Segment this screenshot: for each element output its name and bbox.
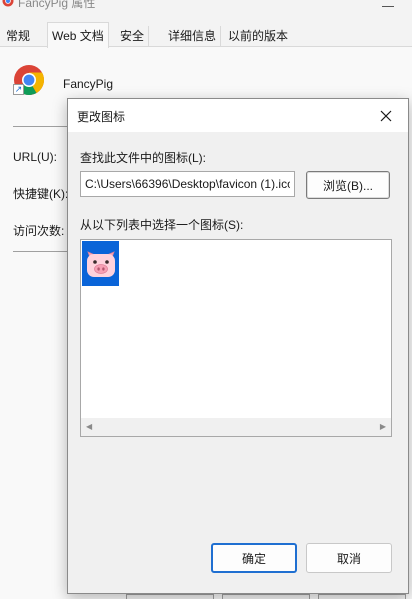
window-titlebar: FancyPig 属性: [0, 0, 412, 22]
icon-list-label: 从以下列表中选择一个图标(S):: [80, 218, 244, 232]
icon-file-path-input[interactable]: [80, 171, 295, 197]
browse-button[interactable]: 浏览(B)...: [306, 171, 390, 199]
tab-previous-versions[interactable]: 以前的版本: [224, 26, 292, 47]
divider: [13, 251, 69, 252]
background-button[interactable]: [222, 594, 310, 599]
scroll-left-icon[interactable]: ◀: [86, 423, 92, 431]
shortcut-arrow-icon: ↗: [13, 84, 24, 95]
tab-general[interactable]: 常规: [2, 26, 34, 47]
divider: [13, 126, 69, 127]
pig-face-icon: [87, 251, 115, 277]
close-button[interactable]: [364, 99, 408, 132]
hotkey-label: 快捷键(K):: [13, 187, 69, 201]
cancel-button[interactable]: 取消: [306, 543, 392, 573]
close-icon: [380, 110, 392, 121]
tab-web-document[interactable]: Web 文档: [47, 22, 109, 48]
dialog-title: 更改图标: [77, 110, 126, 124]
change-icon-dialog: 更改图标 查找此文件中的图标(L): 浏览(B)... 从以下列表中选择一个图标…: [67, 98, 409, 594]
ok-button[interactable]: 确定: [211, 543, 297, 573]
url-label: URL(U):: [13, 150, 57, 164]
file-label: 查找此文件中的图标(L):: [80, 151, 207, 165]
visit-count-label: 访问次数:: [13, 224, 65, 238]
window-title: FancyPig 属性: [18, 0, 96, 10]
background-button[interactable]: [318, 594, 406, 599]
chrome-small-icon: [2, 0, 14, 7]
scroll-right-icon[interactable]: ▶: [380, 423, 386, 431]
background-button[interactable]: [126, 594, 214, 599]
shortcut-name: FancyPig: [63, 77, 114, 91]
dialog-titlebar: 更改图标: [68, 99, 408, 132]
tab-security[interactable]: 安全: [116, 26, 150, 47]
icon-list[interactable]: ◀ ▶: [80, 239, 392, 437]
tab-strip: 常规 Web 文档 安全 详细信息 以前的版本: [0, 22, 412, 48]
tab-details[interactable]: 详细信息: [164, 26, 222, 47]
minimize-button[interactable]: [382, 6, 394, 7]
horizontal-scrollbar[interactable]: ◀ ▶: [81, 418, 391, 436]
icon-list-item[interactable]: [82, 241, 119, 286]
